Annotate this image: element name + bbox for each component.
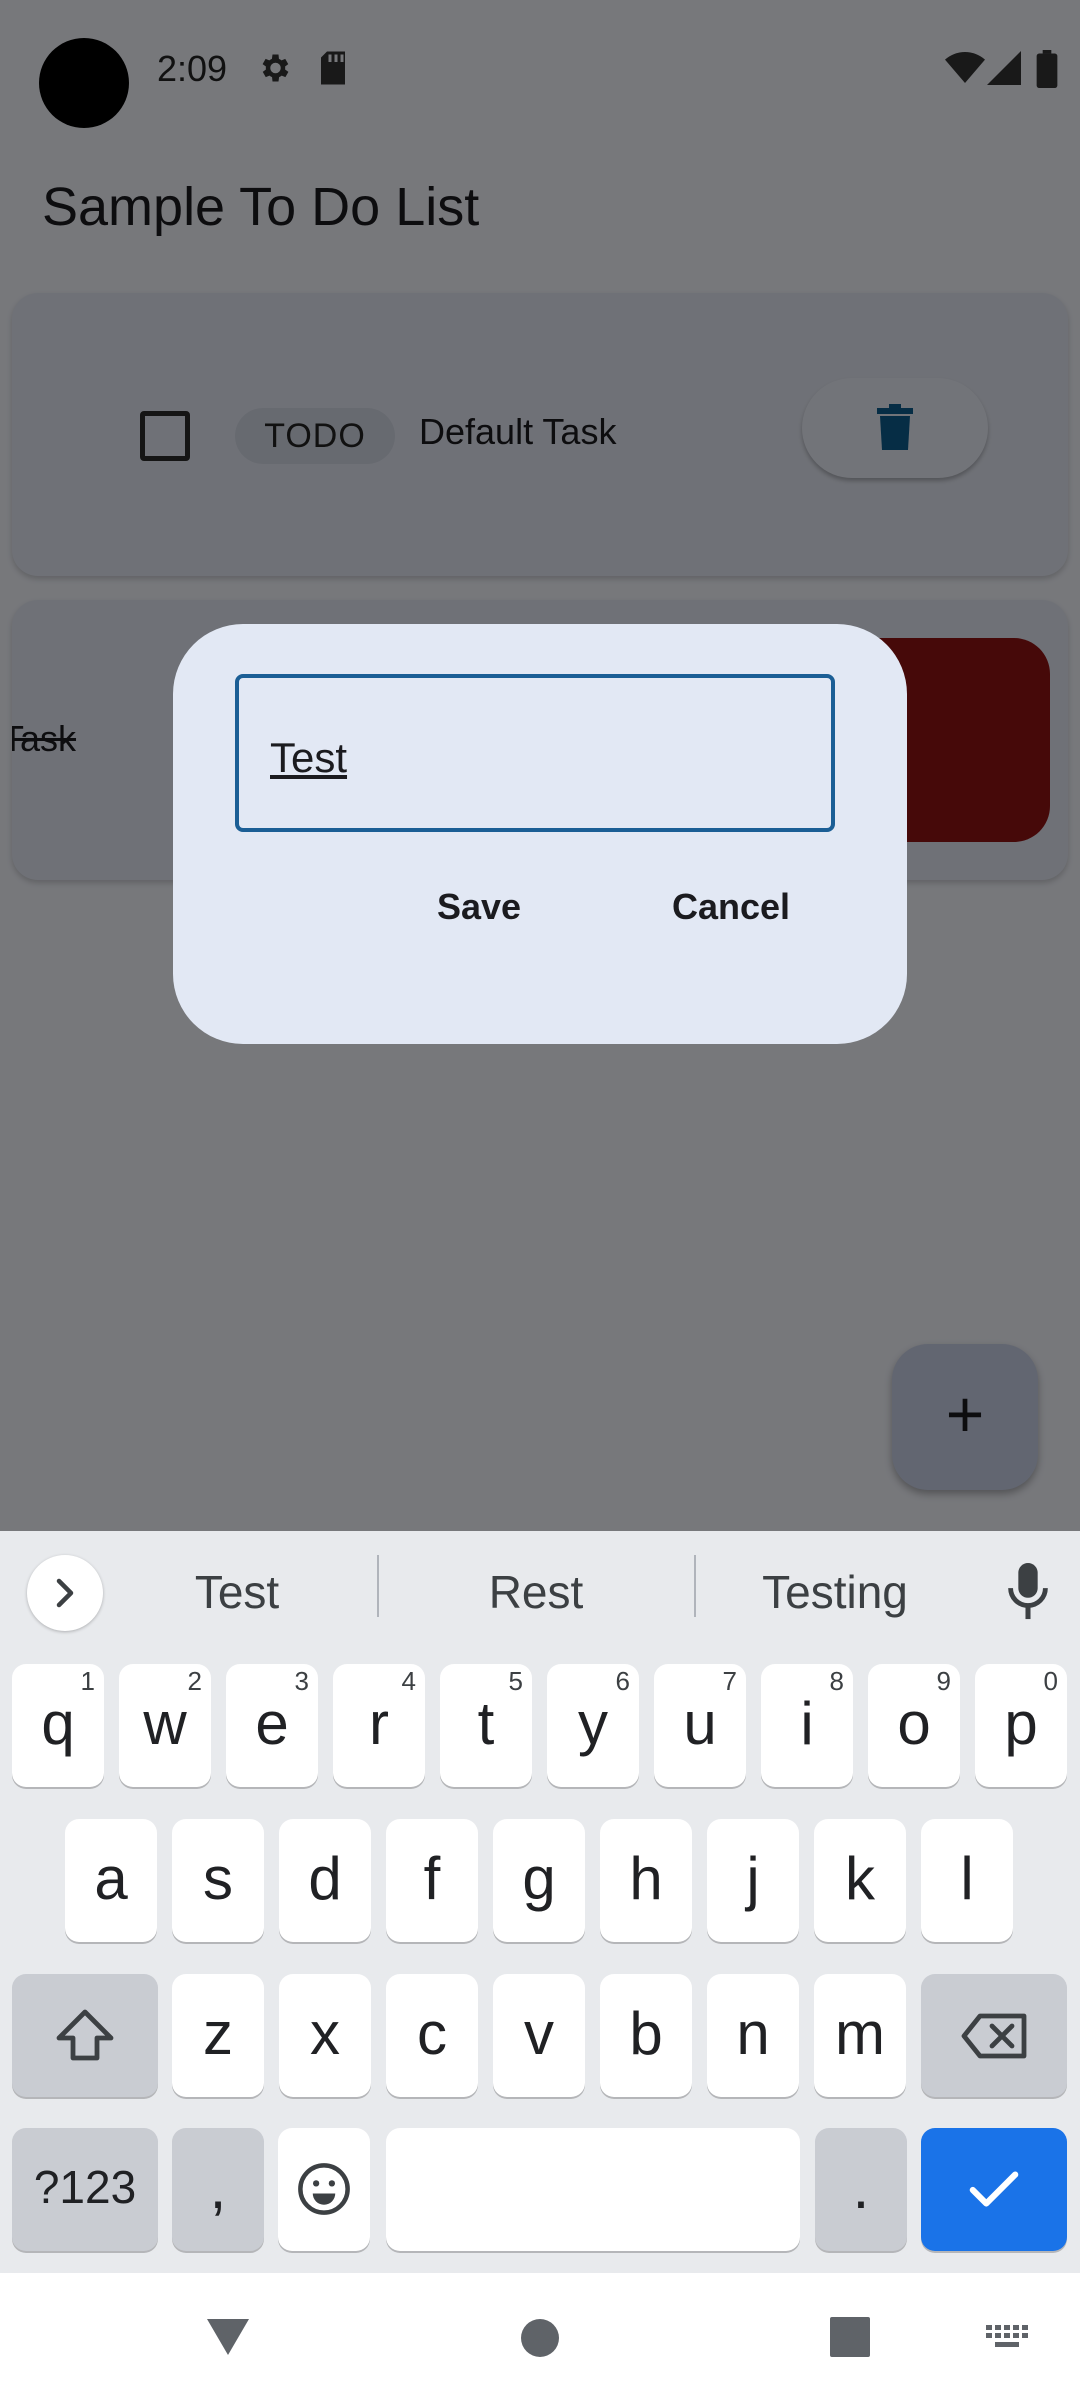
key-label: b <box>629 2000 663 2067</box>
recents-icon[interactable] <box>830 2317 870 2357</box>
suggestion-3[interactable]: Testing <box>705 1565 965 1619</box>
key-p[interactable]: p0 <box>975 1664 1067 1787</box>
suggestion-divider <box>694 1555 696 1617</box>
microphone-icon[interactable] <box>1008 1563 1048 1621</box>
space-key[interactable] <box>386 2128 800 2251</box>
key-j[interactable]: j <box>707 1819 799 1942</box>
key-label: c <box>417 2000 447 2067</box>
key-g[interactable]: g <box>493 1819 585 1942</box>
key-y[interactable]: y6 <box>547 1664 639 1787</box>
key-f[interactable]: f <box>386 1819 478 1942</box>
save-button[interactable]: Save <box>437 886 521 928</box>
key-label: v <box>524 2000 554 2067</box>
key-label: r <box>369 1690 389 1757</box>
key-label: e <box>255 1690 289 1757</box>
key-u[interactable]: u7 <box>654 1664 746 1787</box>
shift-key[interactable] <box>12 1974 158 2097</box>
key-a[interactable]: a <box>65 1819 157 1942</box>
key-z[interactable]: z <box>172 1974 264 2097</box>
key-alt-label: 8 <box>829 1666 844 1696</box>
key-alt-label: 3 <box>294 1666 309 1696</box>
key-label: m <box>835 2000 885 2067</box>
key-k[interactable]: k <box>814 1819 906 1942</box>
key-label: x <box>310 2000 340 2067</box>
key-n[interactable]: n <box>707 1974 799 2097</box>
key-label: p <box>1004 1690 1038 1757</box>
key-i[interactable]: i8 <box>761 1664 853 1787</box>
key-label: q <box>41 1690 75 1757</box>
key-label: j <box>746 1845 760 1912</box>
key-b[interactable]: b <box>600 1974 692 2097</box>
key-alt-label: 7 <box>722 1666 737 1696</box>
key-x[interactable]: x <box>279 1974 371 2097</box>
key-h[interactable]: h <box>600 1819 692 1942</box>
key-label: o <box>897 1690 931 1757</box>
key-label: z <box>203 2000 233 2067</box>
key-o[interactable]: o9 <box>868 1664 960 1787</box>
key-label: l <box>960 1845 974 1912</box>
key-alt-label: 5 <box>508 1666 523 1696</box>
key-label: y <box>578 1690 608 1757</box>
key-alt-label: 4 <box>401 1666 416 1696</box>
emoji-icon <box>298 2163 350 2215</box>
checkmark-icon <box>969 2171 1019 2207</box>
app-screen: 2:09 Sample To Do List TODO Default Task <box>0 0 1080 1531</box>
key-v[interactable]: v <box>493 1974 585 2097</box>
key-label: f <box>423 1845 441 1912</box>
key-label: i <box>800 1690 814 1757</box>
chevron-right-icon <box>56 1578 74 1608</box>
suggestion-divider <box>377 1555 379 1617</box>
comma-key[interactable]: , <box>172 2128 264 2251</box>
key-l[interactable]: l <box>921 1819 1013 1942</box>
key-alt-label: 9 <box>936 1666 951 1696</box>
edit-task-dialog: Test Save Cancel <box>173 624 907 1044</box>
key-w[interactable]: w2 <box>119 1664 211 1787</box>
enter-key[interactable] <box>921 2128 1067 2251</box>
period-key[interactable]: . <box>815 2128 907 2251</box>
navigation-bar <box>0 2273 1080 2400</box>
key-m[interactable]: m <box>814 1974 906 2097</box>
suggestion-1[interactable]: Test <box>107 1565 367 1619</box>
key-s[interactable]: s <box>172 1819 264 1942</box>
shift-arrow-icon <box>56 2009 114 2061</box>
key-alt-label: 2 <box>187 1666 202 1696</box>
emoji-key[interactable] <box>278 2128 370 2251</box>
back-icon[interactable] <box>205 2317 251 2357</box>
key-label: d <box>308 1845 342 1912</box>
key-label: w <box>143 1690 187 1757</box>
key-label: s <box>203 1845 233 1912</box>
keyboard-switch-icon[interactable] <box>986 2325 1030 2351</box>
key-label: h <box>629 1845 663 1912</box>
key-label: n <box>736 2000 770 2067</box>
key-q[interactable]: q1 <box>12 1664 104 1787</box>
key-d[interactable]: d <box>279 1819 371 1942</box>
cancel-button[interactable]: Cancel <box>672 886 790 928</box>
suggestion-strip: Test Rest Testing <box>0 1531 1080 1651</box>
backspace-key[interactable] <box>921 1974 1067 2097</box>
symbols-key[interactable]: ?123 <box>12 2128 158 2251</box>
key-e[interactable]: e3 <box>226 1664 318 1787</box>
key-alt-label: 6 <box>615 1666 630 1696</box>
key-label: a <box>94 1845 128 1912</box>
key-label: u <box>683 1690 717 1757</box>
backspace-icon <box>961 2013 1027 2059</box>
key-t[interactable]: t5 <box>440 1664 532 1787</box>
key-label: g <box>522 1845 556 1912</box>
key-alt-label: 1 <box>80 1666 95 1696</box>
task-name-input-value: Test <box>270 734 348 781</box>
key-r[interactable]: r4 <box>333 1664 425 1787</box>
key-label: k <box>845 1845 875 1912</box>
task-name-input[interactable]: Test <box>235 674 835 832</box>
key-alt-label: 0 <box>1043 1666 1058 1696</box>
toolbar-expand-button[interactable] <box>27 1555 103 1631</box>
home-icon[interactable] <box>520 2318 560 2358</box>
suggestion-2[interactable]: Rest <box>406 1565 666 1619</box>
key-c[interactable]: c <box>386 1974 478 2097</box>
soft-keyboard: Test Rest Testing q1w2e3r4t5y6u7i8o9p0 a… <box>0 1531 1080 2273</box>
key-label: t <box>477 1690 495 1757</box>
